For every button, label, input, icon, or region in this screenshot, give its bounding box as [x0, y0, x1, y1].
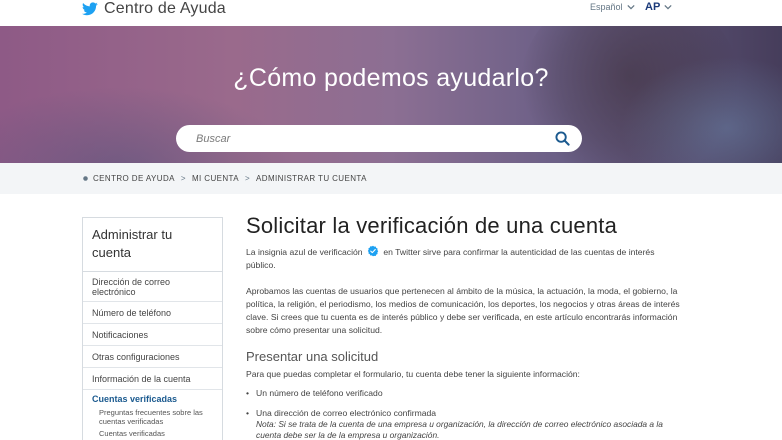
sidebar-heading: Administrar tu cuenta — [83, 218, 222, 272]
twitter-bird-icon — [82, 2, 98, 16]
search-icon[interactable] — [555, 131, 570, 146]
breadcrumb-bar: CENTRO DE AYUDA > MI CUENTA > ADMINISTRA… — [0, 163, 782, 194]
account-initials: AP — [645, 1, 661, 13]
body-paragraph: Aprobamos las cuentas de usuarios que pe… — [246, 286, 680, 335]
brand-title: Centro de Ayuda — [104, 0, 226, 17]
hero-banner: ¿Cómo podemos ayudarlo? — [0, 26, 782, 163]
intro-text-before: La insignia azul de verificación — [246, 247, 363, 257]
chevron-down-icon — [626, 4, 635, 10]
article: Solicitar la verificación de una cuenta … — [246, 210, 686, 440]
sidebar-nav: Administrar tu cuenta Dirección de corre… — [82, 217, 223, 440]
list-item: Una dirección de correo electrónico conf… — [246, 408, 686, 419]
breadcrumb: CENTRO DE AYUDA > MI CUENTA > ADMINISTRA… — [82, 174, 367, 183]
hero-title: ¿Cómo podemos ayudarlo? — [233, 64, 549, 92]
search-input[interactable] — [196, 132, 582, 145]
sidebar-item-other-settings[interactable]: Otras configuraciones — [83, 346, 222, 368]
breadcrumb-separator: > — [180, 174, 186, 183]
note-text: Nota: Si se trata de la cuenta de una em… — [256, 419, 663, 440]
list-item: Un número de teléfono verificado — [246, 388, 686, 399]
article-title: Solicitar la verificación de una cuenta — [246, 213, 618, 238]
account-menu[interactable]: AP — [645, 1, 672, 13]
sidebar-subitem-verified-accounts[interactable]: Cuentas verificadas — [83, 429, 222, 438]
chevron-down-icon — [664, 4, 672, 10]
intro-paragraph: La insignia azul de verificación en Twit… — [246, 245, 686, 272]
breadcrumb-item-manage-account[interactable]: ADMINISTRAR TU CUENTA — [256, 174, 367, 183]
breadcrumb-item-help-center[interactable]: CENTRO DE AYUDA — [93, 174, 175, 183]
language-selector[interactable]: Español — [590, 2, 635, 12]
top-header: Centro de Ayuda Español AP — [0, 0, 782, 26]
home-dot-icon — [83, 176, 88, 181]
search-bar[interactable] — [176, 125, 582, 152]
language-label: Español — [590, 2, 623, 12]
breadcrumb-item-my-account[interactable]: MI CUENTA — [192, 174, 239, 183]
sidebar-item-notifications[interactable]: Notificaciones — [83, 324, 222, 346]
sidebar-item-email[interactable]: Dirección de correo electrónico — [83, 272, 222, 302]
sidebar-subitem-verified-faq[interactable]: Preguntas frecuentes sobre las cuentas v… — [83, 408, 222, 426]
brand[interactable]: Centro de Ayuda — [82, 0, 226, 18]
breadcrumb-separator: > — [244, 174, 251, 183]
verified-badge-icon — [367, 245, 379, 257]
section-intro: Para que puedas completar el formulario,… — [246, 369, 580, 379]
sidebar-item-account-info[interactable]: Información de la cuenta — [83, 368, 222, 390]
sidebar-item-verified-accounts[interactable]: Cuentas verificadas — [83, 390, 222, 408]
section-heading: Presentar una solicitud — [246, 349, 379, 364]
sidebar-item-phone[interactable]: Número de teléfono — [83, 302, 222, 324]
